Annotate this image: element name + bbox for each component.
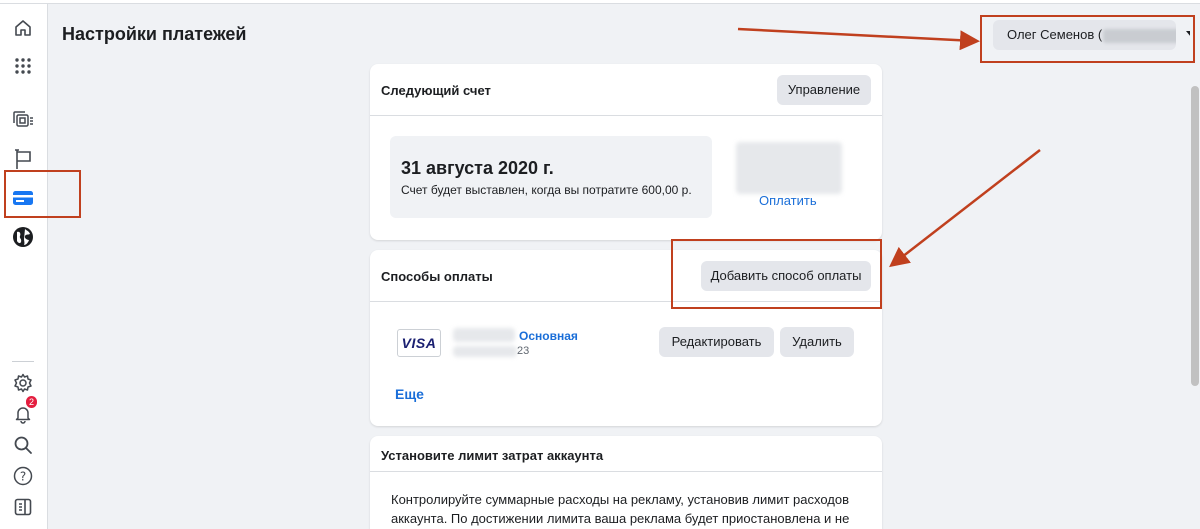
flag-icon[interactable]	[11, 147, 35, 171]
card-expiry-fragment: 23	[517, 345, 530, 357]
notification-badge: 2	[26, 396, 37, 408]
primary-badge: Основная	[519, 329, 578, 343]
search-icon[interactable]	[11, 433, 35, 457]
next-bill-card: Следующий счет Управление 31 августа 202…	[370, 64, 882, 240]
spending-limit-card: Установите лимит затрат аккаунта Контрол…	[370, 436, 882, 529]
ad-manager-icon[interactable]	[11, 108, 35, 132]
next-bill-header: Следующий счет Управление	[370, 64, 882, 116]
payment-methods-title: Способы оплаты	[381, 269, 493, 284]
spending-limit-description: Контролируйте суммарные расходы на рекла…	[391, 492, 850, 526]
settings-icon[interactable]	[11, 371, 35, 395]
annotation-box-sidebar	[4, 170, 81, 218]
apps-grid-icon[interactable]	[11, 54, 35, 78]
card-number-redacted	[453, 328, 515, 342]
delete-button[interactable]: Удалить	[780, 327, 854, 357]
home-icon[interactable]	[11, 16, 35, 40]
card-expiry-redacted	[453, 346, 517, 357]
bill-date: 31 августа 2020 г.	[401, 158, 554, 178]
annotation-arrow-account	[737, 27, 980, 51]
annotation-arrow-add-payment	[889, 149, 1041, 268]
annotation-box-account	[980, 15, 1195, 63]
spending-limit-title: Установите лимит затрат аккаунта	[381, 448, 604, 463]
top-frame	[0, 0, 1200, 4]
scrollbar-thumb[interactable]	[1191, 86, 1199, 386]
manage-button[interactable]: Управление	[777, 75, 871, 105]
payment-settings-page: 2 ? Настройки платежей Олег Семенов (. С…	[0, 0, 1200, 529]
edit-button[interactable]: Редактировать	[659, 327, 774, 357]
scrollbar[interactable]	[1190, 4, 1200, 529]
visa-card-icon: VISA	[397, 329, 441, 357]
bill-threshold-text: Счет будет выставлен, когда вы потратите…	[401, 183, 692, 197]
more-link[interactable]: Еще	[395, 386, 424, 402]
bill-summary-box: 31 августа 2020 г. Счет будет выставлен,…	[390, 136, 712, 218]
sidebar-divider	[12, 361, 34, 362]
help-icon[interactable]: ?	[11, 464, 35, 488]
annotation-box-add-payment	[671, 239, 882, 309]
bill-amount-redacted	[736, 142, 842, 194]
page-title: Настройки платежей	[62, 24, 247, 44]
next-bill-title: Следующий счет	[381, 83, 491, 98]
sidebar: 2 ?	[0, 4, 48, 529]
spending-limit-header: Установите лимит затрат аккаунта	[370, 436, 882, 472]
bell-icon[interactable]: 2	[11, 396, 37, 426]
globe-icon[interactable]	[11, 225, 35, 249]
svg-text:?: ?	[20, 470, 26, 484]
panel-toggle-icon[interactable]	[11, 495, 35, 519]
pay-link[interactable]: Оплатить	[759, 193, 817, 208]
